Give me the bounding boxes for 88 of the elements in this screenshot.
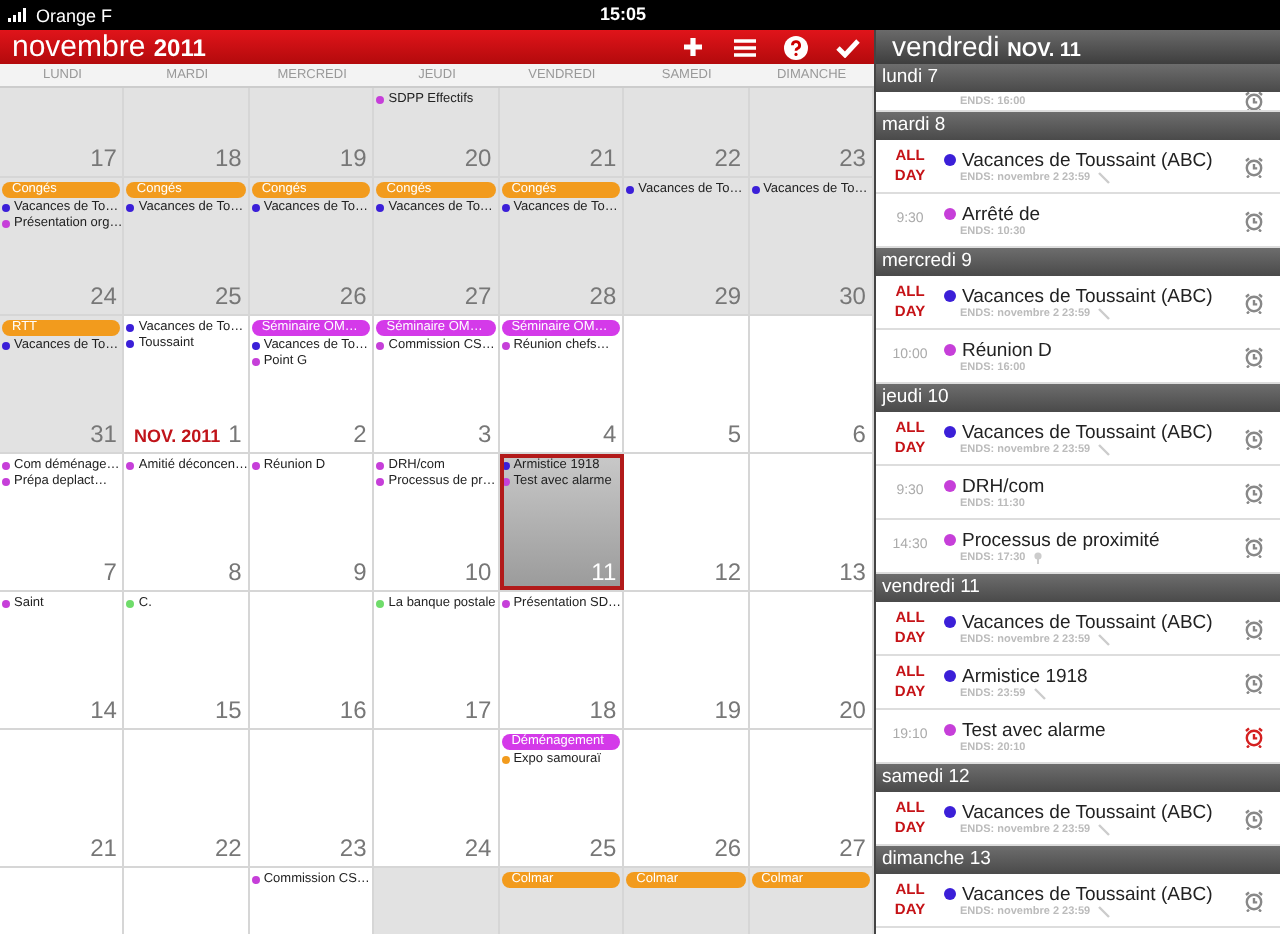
day-cell[interactable]	[374, 868, 500, 934]
day-cell[interactable]: 13	[749, 454, 874, 590]
event-title: Processus de proximité	[962, 529, 1160, 551]
day-number: 31	[90, 420, 117, 448]
event-title: Réunion D	[962, 339, 1052, 361]
alarm-clock-icon[interactable]	[1244, 671, 1264, 693]
day-section-header: mercredi 9	[876, 248, 1280, 276]
alarm-clock-icon[interactable]	[1244, 807, 1264, 829]
day-number: 19	[339, 144, 367, 172]
day-number: 18	[214, 144, 242, 172]
alarm-clock-icon[interactable]	[1244, 345, 1264, 367]
event-title: Vacances de Toussaint (ABC)	[962, 149, 1213, 171]
day-number: 17	[464, 696, 492, 724]
day-section-header: mardi 8	[876, 112, 1280, 140]
day-number: 15	[214, 696, 242, 724]
carrier-name: Orange F	[36, 5, 113, 25]
signal-icon	[8, 8, 28, 22]
event-title: Vacances de Toussaint (ABC)	[962, 421, 1213, 443]
day-section-header: dimanche 13	[876, 846, 1280, 874]
day-number: 28	[589, 282, 617, 310]
day-number: 26	[339, 282, 367, 310]
day-section-header: samedi 12	[876, 764, 1280, 792]
day-number: 2	[353, 420, 367, 448]
alarm-clock-icon[interactable]	[1244, 889, 1264, 911]
day-number: 22	[714, 144, 742, 172]
day-number: 21	[90, 834, 117, 862]
day-number: 3	[478, 420, 492, 448]
day-number: 27	[839, 834, 866, 862]
day-number: 1	[228, 420, 242, 448]
day-number: 8	[228, 558, 242, 586]
day-number: 17	[90, 144, 117, 172]
day-cell[interactable]: 27	[749, 730, 874, 866]
alarm-clock-icon[interactable]	[1244, 92, 1264, 110]
day-section-header: jeudi 10	[876, 384, 1280, 412]
day-number: 23	[839, 144, 866, 172]
day-section-header: lundi 7	[876, 64, 1280, 92]
day-number: 24	[464, 834, 492, 862]
clock-time: 15:05	[600, 4, 647, 24]
day-number: 26	[714, 834, 742, 862]
day-number: 22	[214, 834, 242, 862]
alarm-clock-icon[interactable]	[1244, 209, 1264, 231]
month-title: novembre 2011	[12, 29, 208, 65]
day-number: 29	[714, 282, 742, 310]
alarm-clock-icon[interactable]	[1244, 535, 1264, 557]
agenda-title: vendredi NOV. 11	[876, 30, 1280, 64]
alarm-clock-icon[interactable]	[1244, 617, 1264, 639]
day-number: 13	[839, 558, 866, 586]
event-title: Arrêté de	[962, 203, 1041, 225]
menu-button[interactable]	[730, 33, 758, 61]
day-cell[interactable]: 6	[749, 316, 874, 452]
event-title: Vacances de Toussaint (ABC)	[962, 883, 1213, 905]
add-button[interactable]	[678, 33, 706, 61]
event-title: Vacances de Toussaint (ABC)	[962, 611, 1213, 633]
day-number: 7	[103, 558, 117, 586]
alarm-clock-icon[interactable]	[1244, 481, 1264, 503]
day-number: 14	[90, 696, 117, 724]
day-number: 5	[727, 420, 742, 448]
event-title: Vacances de Toussaint (ABC)	[962, 801, 1213, 823]
day-number: 6	[852, 420, 866, 448]
day-number: 25	[214, 282, 242, 310]
day-number: 27	[464, 282, 492, 310]
day-section-header: vendredi 11	[876, 574, 1280, 602]
day-number: 16	[339, 696, 367, 724]
alarm-clock-icon[interactable]	[1244, 155, 1264, 177]
day-number: 20	[839, 696, 866, 724]
day-number: 10	[464, 558, 492, 586]
day-number: 11	[591, 558, 617, 586]
day-number: 24	[90, 282, 117, 310]
alarm-clock-icon[interactable]	[1244, 427, 1264, 449]
event-title: DRH/com	[962, 475, 1045, 497]
event-title: Vacances de Toussaint (ABC)	[962, 285, 1213, 307]
day-number: 4	[602, 420, 617, 448]
day-number: 19	[714, 696, 742, 724]
day-number: 21	[589, 144, 617, 172]
event-title: Test avec alarme	[962, 719, 1106, 741]
day-number: 20	[464, 144, 492, 172]
alarm-clock-icon[interactable]	[1244, 725, 1264, 747]
alarm-clock-icon[interactable]	[1244, 291, 1264, 313]
day-number: 30	[839, 282, 866, 310]
event-title: Armistice 1918	[962, 665, 1088, 687]
day-number: 12	[714, 558, 742, 586]
day-number: 23	[339, 834, 367, 862]
day-cell[interactable]: 20	[749, 592, 874, 728]
day-number: 9	[353, 558, 367, 586]
day-number: 25	[589, 834, 617, 862]
month-label: NOV. 2011	[133, 426, 221, 446]
help-button[interactable]	[782, 33, 810, 61]
day-number: 18	[589, 696, 617, 724]
